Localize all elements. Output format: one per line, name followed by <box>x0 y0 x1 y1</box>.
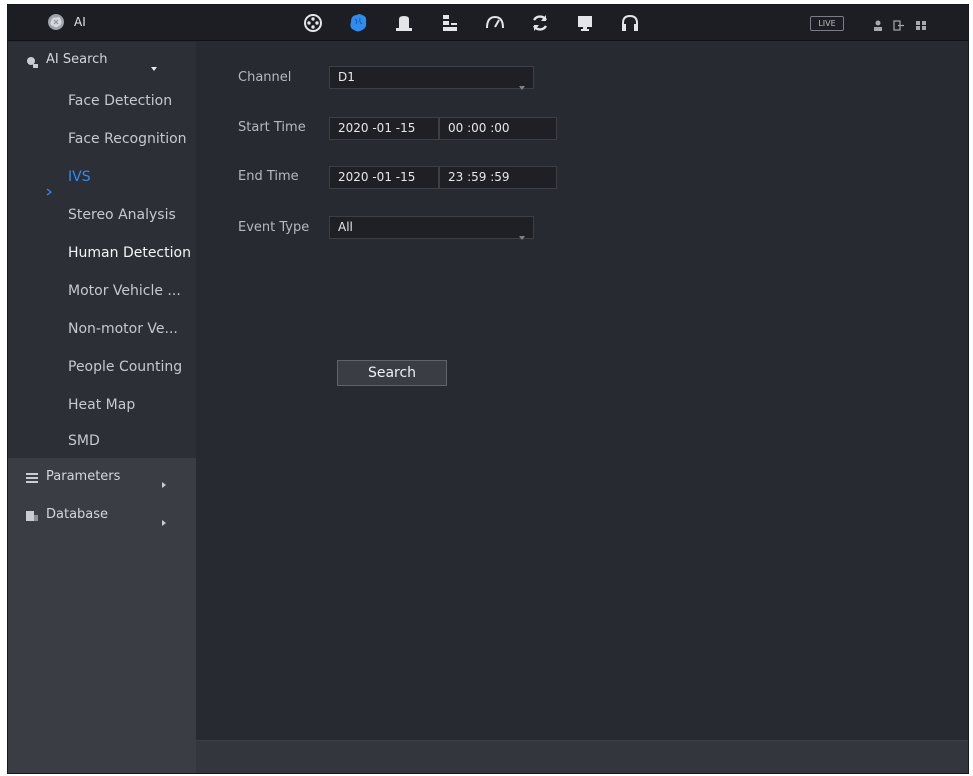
live-button[interactable]: LIVE <box>810 16 844 31</box>
start-time-label: Start Time <box>238 120 306 135</box>
user-icon[interactable] <box>871 17 885 31</box>
sidebar-item-face-recognition[interactable]: Face Recognition <box>8 120 196 158</box>
sidebar-item-stereo-analysis[interactable]: Stereo Analysis <box>8 196 196 234</box>
start-date-field[interactable]: 2020 -01 -15 <box>329 117 439 140</box>
search-panel: Channel D1 Start Time 2020 -01 -15 00 :0… <box>196 42 968 740</box>
list-icon <box>25 470 39 484</box>
app-window: AI LIVE AI Search Face Detection Face Re… <box>7 4 969 774</box>
sidebar-group-label: AI Search <box>46 52 108 67</box>
chevron-right-icon <box>160 474 168 488</box>
channel-value: D1 <box>338 70 355 84</box>
brain-icon[interactable] <box>346 11 370 35</box>
sidebar-group-label: Parameters <box>46 469 121 484</box>
sidebar-item-label: IVS <box>68 169 91 185</box>
sidebar-item-motor-vehicle[interactable]: Motor Vehicle ... <box>8 272 196 310</box>
event-type-select[interactable]: All <box>329 216 534 240</box>
sidebar-item-heat-map[interactable]: Heat Map <box>8 386 196 424</box>
end-time-label: End Time <box>238 169 299 184</box>
search-people-icon <box>25 54 39 68</box>
app-title: AI <box>74 15 86 29</box>
end-date-field[interactable]: 2020 -01 -15 <box>329 166 439 189</box>
sidebar-item-non-motor-vehicle[interactable]: Non-motor Ve... <box>8 310 196 348</box>
channel-label: Channel <box>238 70 292 85</box>
end-clock-field[interactable]: 23 :59 :59 <box>439 166 557 189</box>
logout-icon[interactable] <box>892 17 906 31</box>
ai-brain-logo-icon <box>46 12 66 32</box>
sidebar-group-label: Database <box>46 507 109 522</box>
monitor-icon[interactable] <box>573 11 597 35</box>
sidebar-item-human-detection[interactable]: Human Detection <box>8 234 196 272</box>
sidebar-item-smd[interactable]: SMD <box>8 424 196 458</box>
ai-search-group: AI Search Face Detection Face Recognitio… <box>8 42 196 458</box>
sidebar-group-parameters[interactable]: Parameters <box>8 458 196 496</box>
status-bar <box>196 740 968 773</box>
storage-icon[interactable] <box>438 11 462 35</box>
film-reel-icon[interactable] <box>301 11 325 35</box>
event-type-label: Event Type <box>238 220 310 235</box>
chevron-down-icon <box>519 226 525 240</box>
sidebar-item-ivs[interactable]: IVS <box>8 158 196 196</box>
sidebar-group-database[interactable]: Database <box>8 496 196 534</box>
grid-icon[interactable] <box>914 17 928 30</box>
sidebar: AI Search Face Detection Face Recognitio… <box>8 42 196 773</box>
chevron-down-icon <box>150 58 158 71</box>
sidebar-item-face-detection[interactable]: Face Detection <box>8 82 196 120</box>
search-button[interactable]: Search <box>337 360 447 386</box>
gauge-icon[interactable] <box>483 11 507 35</box>
chevron-right-icon <box>46 173 53 196</box>
database-icon <box>25 508 39 522</box>
sidebar-item-people-counting[interactable]: People Counting <box>8 348 196 386</box>
event-type-value: All <box>338 220 353 234</box>
channel-select[interactable]: D1 <box>329 66 534 90</box>
sidebar-group-ai-search[interactable]: AI Search <box>8 42 196 80</box>
sync-icon[interactable] <box>528 11 552 35</box>
chevron-down-icon <box>519 76 525 90</box>
headset-icon[interactable] <box>618 11 642 35</box>
alarm-icon[interactable] <box>392 11 416 35</box>
start-clock-field[interactable]: 00 :00 :00 <box>439 117 557 140</box>
chevron-right-icon <box>160 512 168 526</box>
top-bar: AI LIVE <box>8 5 968 41</box>
